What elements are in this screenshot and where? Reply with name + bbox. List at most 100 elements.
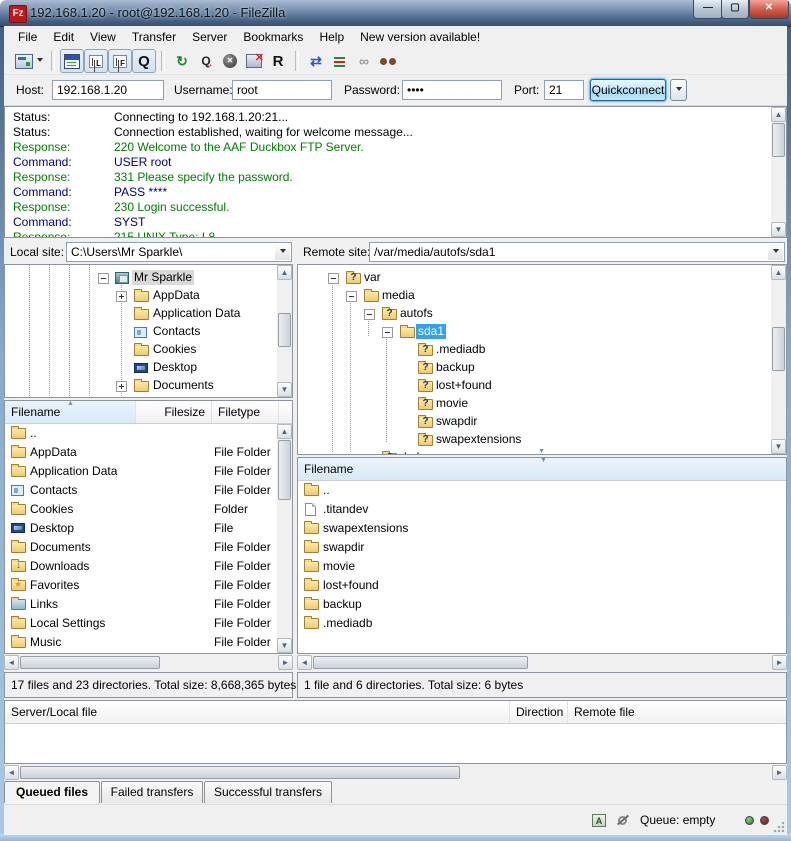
port-input[interactable] [544, 80, 584, 100]
process-queue-button[interactable] [194, 49, 218, 73]
local-tree-item-contacts[interactable]: Contacts [5, 323, 292, 341]
scrollbar-thumb[interactable] [278, 440, 291, 500]
remote-tree-item-lost-found[interactable]: lost+found [298, 377, 786, 395]
tree-item-label[interactable]: var [362, 270, 383, 285]
menu-bookmarks[interactable]: Bookmarks [235, 26, 311, 48]
scrollbar-thumb[interactable] [772, 123, 785, 157]
file-row-lost-found[interactable]: lost+found [299, 576, 787, 595]
expand-icon[interactable] [116, 381, 127, 392]
file-row-music[interactable]: MusicFile Folder [6, 633, 293, 652]
file-row-contacts[interactable]: ContactsFile Folder [6, 481, 293, 500]
menu-view[interactable]: View [82, 26, 124, 48]
menu-file[interactable]: File [10, 26, 45, 48]
file-row-up[interactable]: .. [6, 424, 293, 443]
tree-item-label[interactable]: backup [434, 360, 477, 375]
tree-item-label[interactable]: AppData [151, 288, 202, 303]
local-tree-item-mr-sparkle[interactable]: Mr Sparkle [5, 269, 292, 287]
file-row-appdata[interactable]: AppDataFile Folder [6, 443, 293, 462]
file-row-cookies[interactable]: CookiesFolder [6, 500, 293, 519]
tree-item-label[interactable]: Contacts [151, 324, 202, 339]
scroll-left-icon[interactable]: ◄ [297, 655, 312, 670]
file-row-downloads[interactable]: DownloadsFile Folder [6, 557, 293, 576]
remote-list-hscrollbar[interactable]: ◄ ► [297, 655, 787, 670]
tree-item-label[interactable]: Mr Sparkle [132, 270, 194, 285]
queue-hscrollbar[interactable]: ◄ ► [4, 765, 787, 780]
tree-item-label[interactable]: Documents [151, 378, 216, 393]
column-server-local-file[interactable]: Server/Local file [5, 701, 510, 723]
menu-transfer[interactable]: Transfer [124, 26, 184, 48]
file-row-documents[interactable]: DocumentsFile Folder [6, 538, 293, 557]
scroll-down-icon[interactable]: ▼ [771, 222, 786, 237]
remote-tree-scrollbar[interactable]: ▲ ▼ [771, 265, 786, 454]
scroll-left-icon[interactable]: ◄ [4, 655, 19, 670]
collapse-icon[interactable] [98, 273, 109, 284]
file-row-backup[interactable]: backup [299, 595, 787, 614]
scroll-right-icon[interactable]: ► [278, 655, 293, 670]
splitter-collapse-icon[interactable]: ▼ [538, 448, 545, 455]
tree-item-label[interactable]: lost+found [434, 378, 494, 393]
local-tree-item-appdata[interactable]: AppData [5, 287, 292, 305]
combo-arrow-button[interactable] [768, 244, 783, 260]
scrollbar-thumb[interactable] [278, 313, 291, 347]
collapse-icon[interactable] [382, 327, 393, 338]
file-row-desktop[interactable]: DesktopFile [6, 519, 293, 538]
remote-tree-item-mediadb[interactable]: .mediadb [298, 341, 786, 359]
tree-item-label[interactable]: swapextensions [434, 432, 523, 447]
scrollbar-thumb[interactable] [313, 656, 528, 669]
tree-item-label[interactable]: dvd [398, 450, 421, 455]
scroll-down-icon[interactable]: ▼ [277, 638, 292, 653]
tab-queued-files[interactable]: Queued files [4, 781, 100, 803]
combo-arrow-button[interactable] [275, 244, 290, 260]
tree-item-label[interactable]: Desktop [151, 360, 199, 375]
file-row-links[interactable]: LinksFile Folder [6, 595, 293, 614]
find-files-button[interactable] [376, 49, 400, 73]
file-row-favorites[interactable]: FavoritesFile Folder [6, 576, 293, 595]
maximize-button[interactable]: ▢ [721, 0, 749, 19]
log-scrollbar[interactable]: ▲ ▼ [771, 107, 786, 237]
toggle-message-log-button[interactable] [60, 49, 84, 73]
file-row-application-data[interactable]: Application DataFile Folder [6, 462, 293, 481]
remote-site-combo[interactable]: /var/media/autofs/sda1 [369, 242, 785, 262]
column-direction[interactable]: Direction [510, 701, 568, 723]
tab-failed-transfers[interactable]: Failed transfers [101, 781, 203, 803]
toggle-remote-tree-button[interactable] [108, 49, 132, 73]
local-tree-scrollbar[interactable]: ▲ ▼ [277, 265, 292, 397]
toggle-local-tree-button[interactable] [84, 49, 108, 73]
file-row-mediadb[interactable]: .mediadb [299, 614, 787, 633]
tree-item-label[interactable]: media [380, 288, 417, 303]
scroll-up-icon[interactable]: ▲ [771, 107, 786, 122]
menu-server[interactable]: Server [184, 26, 235, 48]
local-list-scrollbar[interactable]: ▲ ▼ [277, 424, 292, 653]
tree-item-label-selected[interactable]: sda1 [416, 324, 446, 339]
remote-tree-item-sda1[interactable]: sda1 [298, 323, 786, 341]
collapse-icon[interactable] [364, 309, 375, 320]
local-tree-item-cookies[interactable]: Cookies [5, 341, 292, 359]
scrollbar-thumb[interactable] [20, 766, 460, 779]
site-manager-button[interactable] [12, 49, 46, 73]
tree-item-label[interactable]: autofs [398, 306, 435, 321]
expand-icon[interactable] [116, 291, 127, 302]
menu-help[interactable]: Help [311, 26, 352, 48]
tree-item-label[interactable]: .mediadb [434, 342, 487, 357]
local-tree-item-downloads[interactable]: Downloads [5, 395, 292, 398]
collapse-icon[interactable] [328, 273, 339, 284]
file-row-up[interactable]: .. [299, 481, 787, 500]
tree-item-label[interactable]: swapdir [434, 414, 479, 429]
file-row-movie[interactable]: movie [299, 557, 787, 576]
scroll-up-icon[interactable]: ▲ [277, 424, 292, 439]
scrollbar-thumb[interactable] [20, 656, 160, 669]
disconnect-button[interactable] [242, 49, 266, 73]
compare-directories-button[interactable] [304, 49, 328, 73]
local-tree-item-application-data[interactable]: Application Data [5, 305, 292, 323]
remote-tree-item-backup[interactable]: backup [298, 359, 786, 377]
tree-item-label[interactable]: Application Data [151, 306, 242, 321]
remote-tree-item-movie[interactable]: movie [298, 395, 786, 413]
local-tree-item-documents[interactable]: Documents [5, 377, 292, 395]
column-remote-file[interactable]: Remote file [568, 701, 786, 723]
resize-grip[interactable] [773, 821, 785, 833]
menu-new-version[interactable]: New version available! [352, 26, 488, 48]
toggle-queue-button[interactable] [132, 49, 156, 73]
remote-tree-item-media[interactable]: media [298, 287, 786, 305]
remote-tree-item-autofs[interactable]: autofs [298, 305, 786, 323]
local-site-combo[interactable]: C:\Users\Mr Sparkle\ [66, 242, 292, 262]
